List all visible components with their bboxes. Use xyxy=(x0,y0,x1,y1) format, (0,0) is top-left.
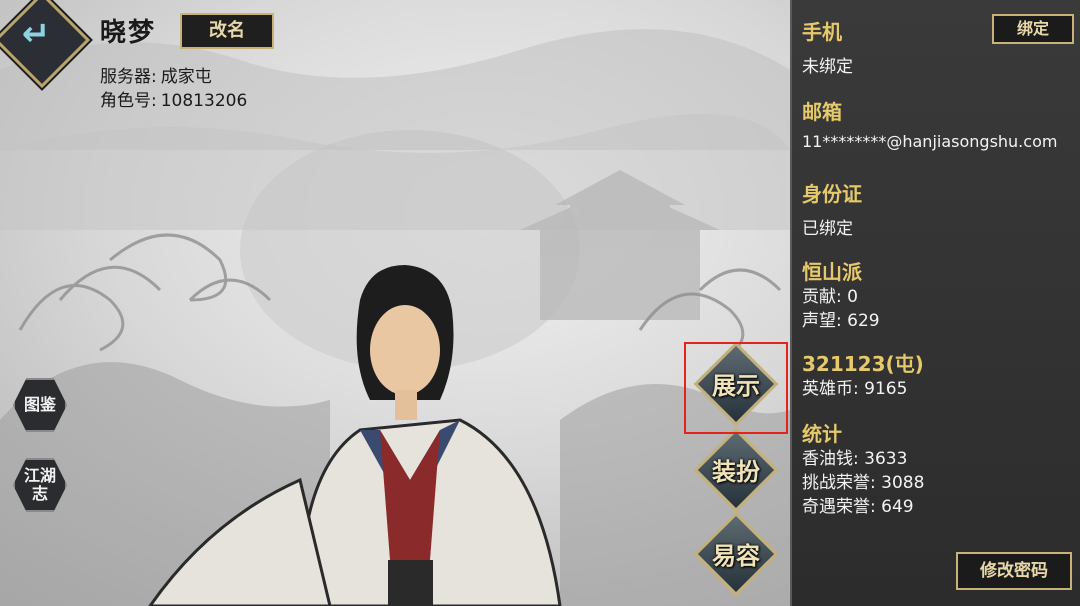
disguise-button[interactable]: 易容 xyxy=(694,536,778,571)
phone-status: 未绑定 xyxy=(802,57,853,77)
phone-title: 手机 xyxy=(802,20,842,44)
email-title: 邮箱 xyxy=(802,100,842,124)
role-label: 角色号: xyxy=(100,91,157,111)
account-panel: 手机 绑定 未绑定 邮箱 11********@hanjiasongshu.co… xyxy=(790,0,1080,606)
sect-title: 恒山派 xyxy=(802,260,862,284)
incense-money: 香油钱: 3633 xyxy=(802,449,908,469)
server-value: 成家屯 xyxy=(160,67,212,87)
sect-reputation: 声望: 629 xyxy=(802,311,880,331)
phone-bind-button[interactable]: 绑定 xyxy=(992,14,1074,44)
outfit-button[interactable]: 装扮 xyxy=(694,452,778,487)
rename-button[interactable]: 改名 xyxy=(180,13,274,49)
hero-coins: 英雄币: 9165 xyxy=(802,379,908,399)
player-name: 晓梦 xyxy=(100,18,157,48)
id-status: 已绑定 xyxy=(802,219,853,239)
encounter-honor: 奇遇荣誉: 649 xyxy=(802,497,914,517)
email-value: 11********@hanjiasongshu.com xyxy=(802,132,1058,151)
id-title: 身份证 xyxy=(802,182,862,206)
highlight-box xyxy=(684,342,788,434)
server-title: 321123(屯) xyxy=(802,352,924,376)
change-password-button[interactable]: 修改密码 xyxy=(956,552,1072,590)
server-label: 服务器: xyxy=(100,67,157,87)
game-screen: ↵ 晓梦 改名 服务器: 成家屯 角色号: 10813206 图鉴 江湖 志 展示 … xyxy=(0,0,1080,606)
challenge-honor: 挑战荣誉: 3088 xyxy=(802,473,925,493)
role-info: 角色号: 10813206 xyxy=(100,86,247,111)
sect-contribution: 贡献: 0 xyxy=(802,287,858,307)
server-info: 服务器: 成家屯 xyxy=(100,62,212,87)
stats-title: 统计 xyxy=(802,422,842,446)
back-arrow-icon[interactable]: ↵ xyxy=(18,16,54,52)
role-value: 10813206 xyxy=(160,91,248,111)
